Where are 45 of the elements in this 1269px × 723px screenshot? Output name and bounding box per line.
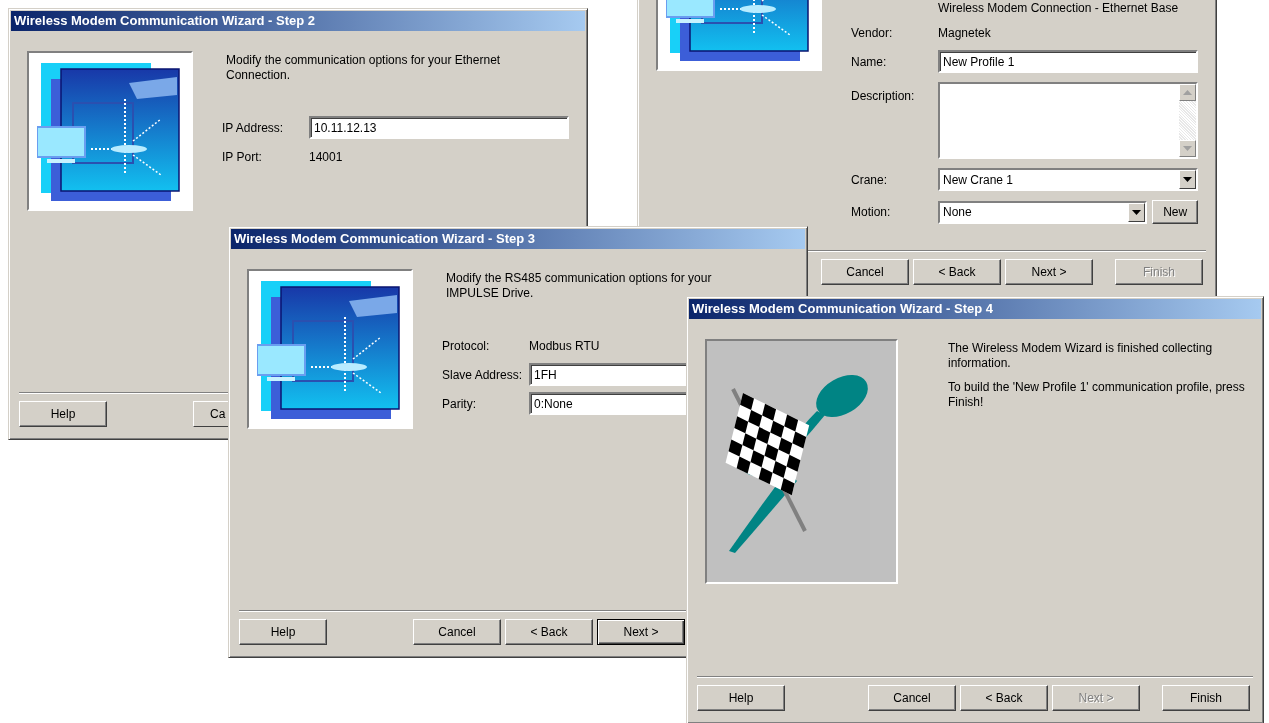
text-field[interactable]: 0:None xyxy=(529,392,686,415)
dialog-button[interactable]: Help xyxy=(19,401,107,427)
new-button[interactable]: New xyxy=(1152,200,1198,224)
window-title: Wireless Modem Communication Wizard - Step 2 xyxy=(11,11,585,31)
dialog-button[interactable]: Ca xyxy=(193,401,228,427)
field-value: Wireless Modem Connection - Ethernet Base xyxy=(938,1,1179,15)
dialog-button[interactable]: < Back xyxy=(505,619,593,645)
dialog-button[interactable]: Finish xyxy=(1162,685,1250,711)
dialog-button[interactable]: Help xyxy=(239,619,327,645)
field-label: Parity: xyxy=(442,396,477,411)
field-label: Crane: xyxy=(851,172,889,187)
field-label: Motion: xyxy=(851,205,892,219)
text-area[interactable] xyxy=(938,82,1198,159)
text-field[interactable]: 10.11.12.13 xyxy=(309,116,569,139)
text-field[interactable]: 1FH xyxy=(529,363,686,386)
instruction-text: Modify the RS485 communication options for your IMPULSE Drive. xyxy=(446,271,713,301)
dialog-button[interactable]: < Back xyxy=(960,685,1048,711)
scroll-up-icon[interactable] xyxy=(1179,84,1196,101)
field-label: Slave Address: xyxy=(442,367,524,382)
dialog-button[interactable]: Next > xyxy=(1005,259,1093,285)
dialog-button[interactable]: Cancel xyxy=(868,685,956,711)
dialog-button[interactable]: Help xyxy=(697,685,785,711)
scroll-down-icon[interactable] xyxy=(1179,140,1196,157)
dropdown[interactable]: None xyxy=(938,200,1148,224)
dialog-button[interactable]: Cancel xyxy=(821,259,909,285)
field-label: IP Port: xyxy=(222,149,263,164)
field-label: Description: xyxy=(851,88,916,103)
dialog-button[interactable]: Next > xyxy=(597,619,685,645)
field-value: 14001 xyxy=(309,149,343,164)
dialog-button[interactable]: < Back xyxy=(913,259,1001,285)
window-title: Wireless Modem Communication Wizard - Step 3 xyxy=(231,229,805,249)
dialog-button[interactable]: Cancel xyxy=(413,619,501,645)
window-title: Wireless Modem Communication Wizard - Step 4 xyxy=(689,299,1261,319)
instruction-text: To build the 'New Profile 1' communication profile, press Finish! xyxy=(948,380,1246,410)
instruction-text: Modify the communication options for your Ethernet Connection. xyxy=(226,53,502,83)
field-value: Modbus RTU xyxy=(529,338,600,353)
scrollbar[interactable] xyxy=(1179,84,1196,157)
field-label: IP Address: xyxy=(222,120,285,135)
instruction-text: The Wireless Modem Wizard is finished collecting information. xyxy=(948,341,1214,371)
text-field[interactable]: New Profile 1 xyxy=(938,50,1198,73)
field-label: Protocol: xyxy=(442,338,491,353)
field-label: Name: xyxy=(851,54,888,69)
dropdown[interactable]: New Crane 1 xyxy=(938,168,1198,191)
field-label: Vendor: xyxy=(851,26,894,40)
field-value: Magnetek xyxy=(938,26,991,40)
